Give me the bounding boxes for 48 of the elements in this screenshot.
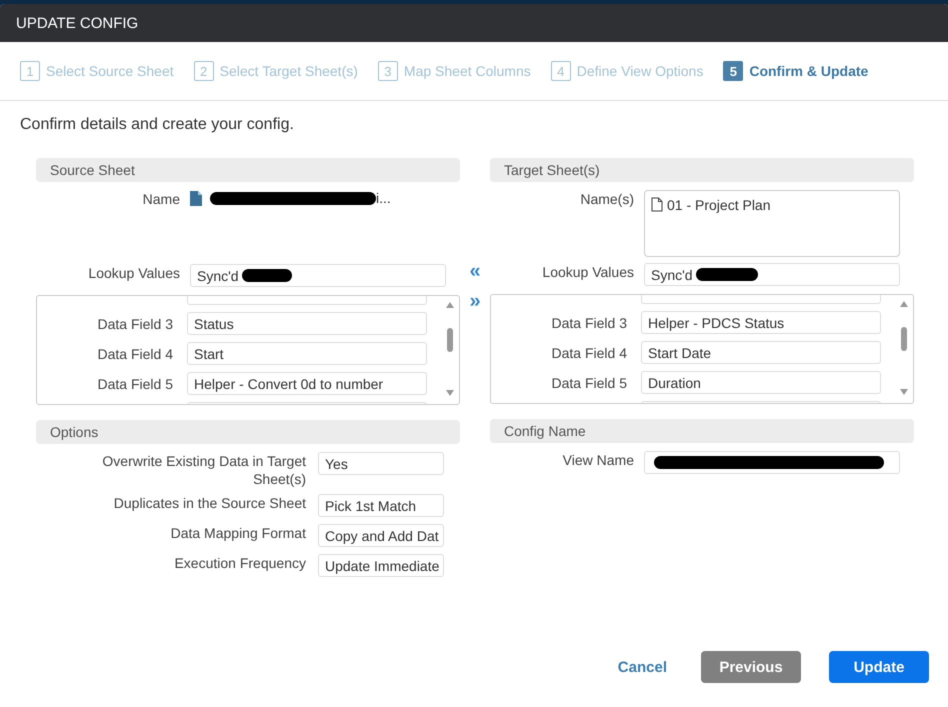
section-header: Options — [36, 420, 460, 444]
sheet-name: 01 - Project Plan — [667, 197, 770, 213]
field-label: Data Field 4 — [550, 344, 627, 362]
field-label: Lookup Values — [541, 263, 634, 281]
field-label: Data Field 5 — [550, 374, 627, 392]
input-field[interactable]: Copy and Add Dat — [318, 524, 444, 547]
input-field[interactable]: Start Date — [641, 341, 881, 364]
input-field[interactable]: Yes — [318, 452, 444, 475]
input-field[interactable]: Start — [187, 342, 427, 365]
dialog-title: UPDATE CONFIG — [0, 4, 948, 42]
field-label: Data Mapping Format — [170, 524, 306, 542]
field-label: View Name — [562, 451, 634, 469]
field-label: Data Field 3 — [550, 314, 627, 332]
field-label: Lookup Values — [87, 264, 180, 282]
chevron-button[interactable]: « — [469, 262, 481, 280]
input-field[interactable]: Status — [187, 312, 427, 335]
document-icon — [651, 197, 663, 212]
chevron-button[interactable]: » — [469, 292, 481, 310]
section-header: Target Sheet(s) — [490, 158, 914, 182]
field-label: Data Field 5 — [96, 374, 173, 392]
input-field[interactable] — [644, 451, 900, 474]
section-header: Source Sheet — [36, 158, 460, 182]
redaction-bar — [696, 268, 758, 281]
wizard-step[interactable]: 5 Confirm & Update — [723, 61, 868, 81]
input-field[interactable]: Sync'd — [190, 264, 446, 287]
section-header: Config Name — [490, 419, 914, 443]
field-label: Duplicates in the Source Sheet — [112, 494, 306, 512]
cancel-link[interactable]: Cancel — [612, 651, 673, 683]
input-field[interactable]: Pick 1st Match — [318, 494, 444, 517]
primary-button[interactable]: Update — [829, 651, 929, 683]
field-label: Overwrite Existing Data in Target Sheet(s) — [101, 452, 306, 488]
field-label: Name(s) — [579, 190, 634, 208]
document-icon — [190, 190, 202, 206]
intro-text: Confirm details and create your config. — [20, 116, 295, 134]
scrollbar[interactable] — [444, 300, 456, 398]
sheet-name: i... — [207, 190, 391, 206]
redaction-bar — [242, 269, 292, 282]
scrollbar[interactable] — [898, 299, 910, 397]
field-label: Data Field 3 — [96, 314, 173, 332]
field-label: Data Field 4 — [96, 344, 173, 362]
input-field[interactable]: Duration — [641, 371, 881, 394]
input-field[interactable]: Helper - Convert 0d to number — [187, 372, 427, 395]
input-field[interactable]: Sync'd — [644, 263, 900, 286]
field-label: Name — [142, 190, 180, 208]
input-field[interactable]: Update Immediate — [318, 554, 444, 577]
input-field[interactable]: Helper - PDCS Status — [641, 311, 881, 334]
field-label: Execution Frequency — [173, 554, 306, 572]
secondary-button[interactable]: Previous — [701, 651, 801, 683]
